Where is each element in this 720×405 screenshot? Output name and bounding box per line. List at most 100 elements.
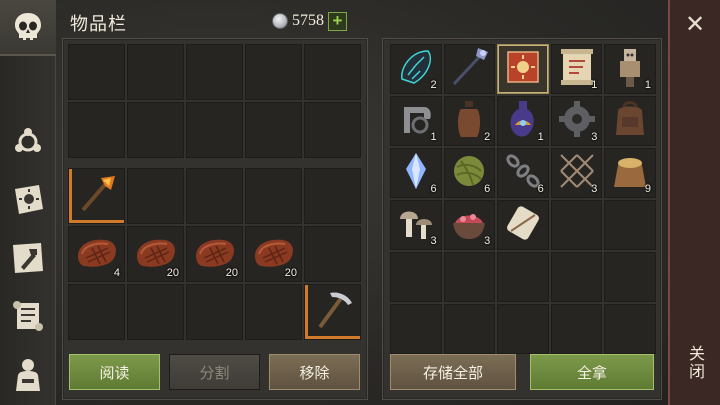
map-tab-button[interactable] <box>6 294 50 338</box>
player-inventory-empty-slot[interactable] <box>68 284 125 340</box>
split-button[interactable]: 分割 <box>169 354 260 390</box>
scroll-icon <box>13 301 43 331</box>
player-inventory-slot[interactable]: 20 <box>127 226 184 282</box>
container-slot[interactable]: 3 <box>390 200 442 250</box>
close-button[interactable]: 关闭 <box>684 345 706 381</box>
character-icon <box>16 359 40 391</box>
item-count: 3 <box>591 131 598 143</box>
container-empty-slot[interactable] <box>390 252 442 302</box>
currency-display: 5758 + <box>272 10 347 32</box>
container-slot[interactable]: 3 <box>550 96 603 146</box>
crafting-tab-button[interactable] <box>6 120 50 164</box>
player-inventory-grid: 4 20 20 20 <box>68 44 362 340</box>
player-inventory-empty-slot[interactable] <box>245 284 302 340</box>
player-inventory-empty-slot[interactable] <box>127 44 184 100</box>
book-tab-button[interactable] <box>6 178 50 222</box>
item-count: 3 <box>430 235 437 247</box>
grid-spacer <box>304 160 361 166</box>
container-slot[interactable] <box>604 96 656 146</box>
container-empty-slot[interactable] <box>550 304 603 354</box>
container-slot[interactable]: 6 <box>497 148 549 198</box>
magic-staff-icon <box>446 44 492 95</box>
container-slot[interactable]: 1 <box>550 44 603 94</box>
player-inventory-empty-slot[interactable] <box>245 44 302 100</box>
container-slot[interactable] <box>497 200 549 250</box>
item-count: 20 <box>225 267 238 279</box>
player-inventory-slot[interactable]: 4 <box>68 226 125 282</box>
container-slot[interactable]: 9 <box>604 148 656 198</box>
skull-tab-button[interactable] <box>0 0 56 56</box>
container-empty-slot[interactable] <box>443 252 496 302</box>
leather-backpack-icon <box>608 97 652 146</box>
item-count: 3 <box>484 235 491 247</box>
inventory-title: 物品栏 <box>70 14 127 34</box>
player-inventory-empty-slot[interactable] <box>127 168 184 224</box>
container-empty-slot[interactable] <box>390 304 442 354</box>
container-empty-slot[interactable] <box>497 304 549 354</box>
container-slot[interactable]: 3 <box>443 200 496 250</box>
item-count: 6 <box>430 183 437 195</box>
container-empty-slot[interactable] <box>550 200 603 250</box>
container-empty-slot[interactable] <box>604 304 656 354</box>
player-inventory-empty-slot[interactable] <box>245 102 302 158</box>
player-inventory-empty-slot[interactable] <box>304 44 361 100</box>
container-slot[interactable] <box>443 44 496 95</box>
player-inventory-empty-slot[interactable] <box>304 168 361 224</box>
player-inventory-slot[interactable]: 20 <box>245 226 302 282</box>
container-slot[interactable] <box>497 44 549 94</box>
sun-book-icon <box>15 185 43 214</box>
container-slot[interactable]: 6 <box>390 148 442 198</box>
player-inventory-empty-slot[interactable] <box>127 284 184 340</box>
player-inventory-empty-slot[interactable] <box>304 102 361 158</box>
player-inventory-slot[interactable] <box>304 284 361 340</box>
player-inventory-empty-slot[interactable] <box>186 284 243 340</box>
take-all-button[interactable]: 全拿 <box>530 354 654 390</box>
store-all-button[interactable]: 存储全部 <box>390 354 516 390</box>
add-currency-button[interactable]: + <box>328 11 347 31</box>
raw-meat-icon <box>74 232 120 277</box>
container-slot[interactable]: 2 <box>390 44 442 94</box>
player-inventory-slot[interactable] <box>68 168 125 224</box>
remove-button[interactable]: 移除 <box>269 354 360 390</box>
container-empty-slot[interactable] <box>497 252 549 302</box>
player-inventory-empty-slot[interactable] <box>68 44 125 100</box>
container-slot[interactable]: 1 <box>390 96 442 146</box>
item-count: 1 <box>537 131 544 143</box>
item-count: 6 <box>537 183 544 195</box>
container-empty-slot[interactable] <box>550 252 603 302</box>
grid-spacer <box>127 160 184 166</box>
container-grid: 2 1 1 1 2 1 3 6 6 6 3 9 3 3 <box>390 44 656 354</box>
player-inventory-empty-slot[interactable] <box>186 44 243 100</box>
container-slot[interactable]: 3 <box>550 148 603 198</box>
close-icon[interactable]: ✕ <box>684 13 706 37</box>
read-button[interactable]: 阅读 <box>69 354 160 390</box>
item-count: 3 <box>591 183 598 195</box>
grid-spacer <box>186 160 243 166</box>
container-slot[interactable]: 1 <box>604 44 656 94</box>
player-inventory-empty-slot[interactable] <box>304 226 361 282</box>
player-inventory-empty-slot[interactable] <box>127 102 184 158</box>
player-inventory-empty-slot[interactable] <box>245 168 302 224</box>
container-slot[interactable]: 2 <box>443 96 496 146</box>
grid-spacer <box>68 160 125 166</box>
item-count: 20 <box>166 267 179 279</box>
container-slot[interactable]: 1 <box>497 96 549 146</box>
item-count: 9 <box>644 183 651 195</box>
container-slot[interactable]: 6 <box>443 148 496 198</box>
left-rail <box>0 0 56 405</box>
container-empty-slot[interactable] <box>604 252 656 302</box>
currency-value: 5758 <box>292 12 324 29</box>
item-count: 4 <box>113 267 120 279</box>
container-empty-slot[interactable] <box>443 304 496 354</box>
player-inventory-slot[interactable]: 20 <box>186 226 243 282</box>
container-empty-slot[interactable] <box>604 200 656 250</box>
build-tab-button[interactable] <box>6 236 50 280</box>
character-tab-button[interactable] <box>6 352 50 396</box>
close-strip: ✕ 关闭 <box>668 0 720 405</box>
flaming-torch-icon <box>75 172 119 221</box>
player-inventory-empty-slot[interactable] <box>186 102 243 158</box>
cloth-roll-icon <box>501 201 545 250</box>
player-inventory-empty-slot[interactable] <box>186 168 243 224</box>
player-inventory-empty-slot[interactable] <box>68 102 125 158</box>
pickaxe-icon <box>310 287 356 338</box>
